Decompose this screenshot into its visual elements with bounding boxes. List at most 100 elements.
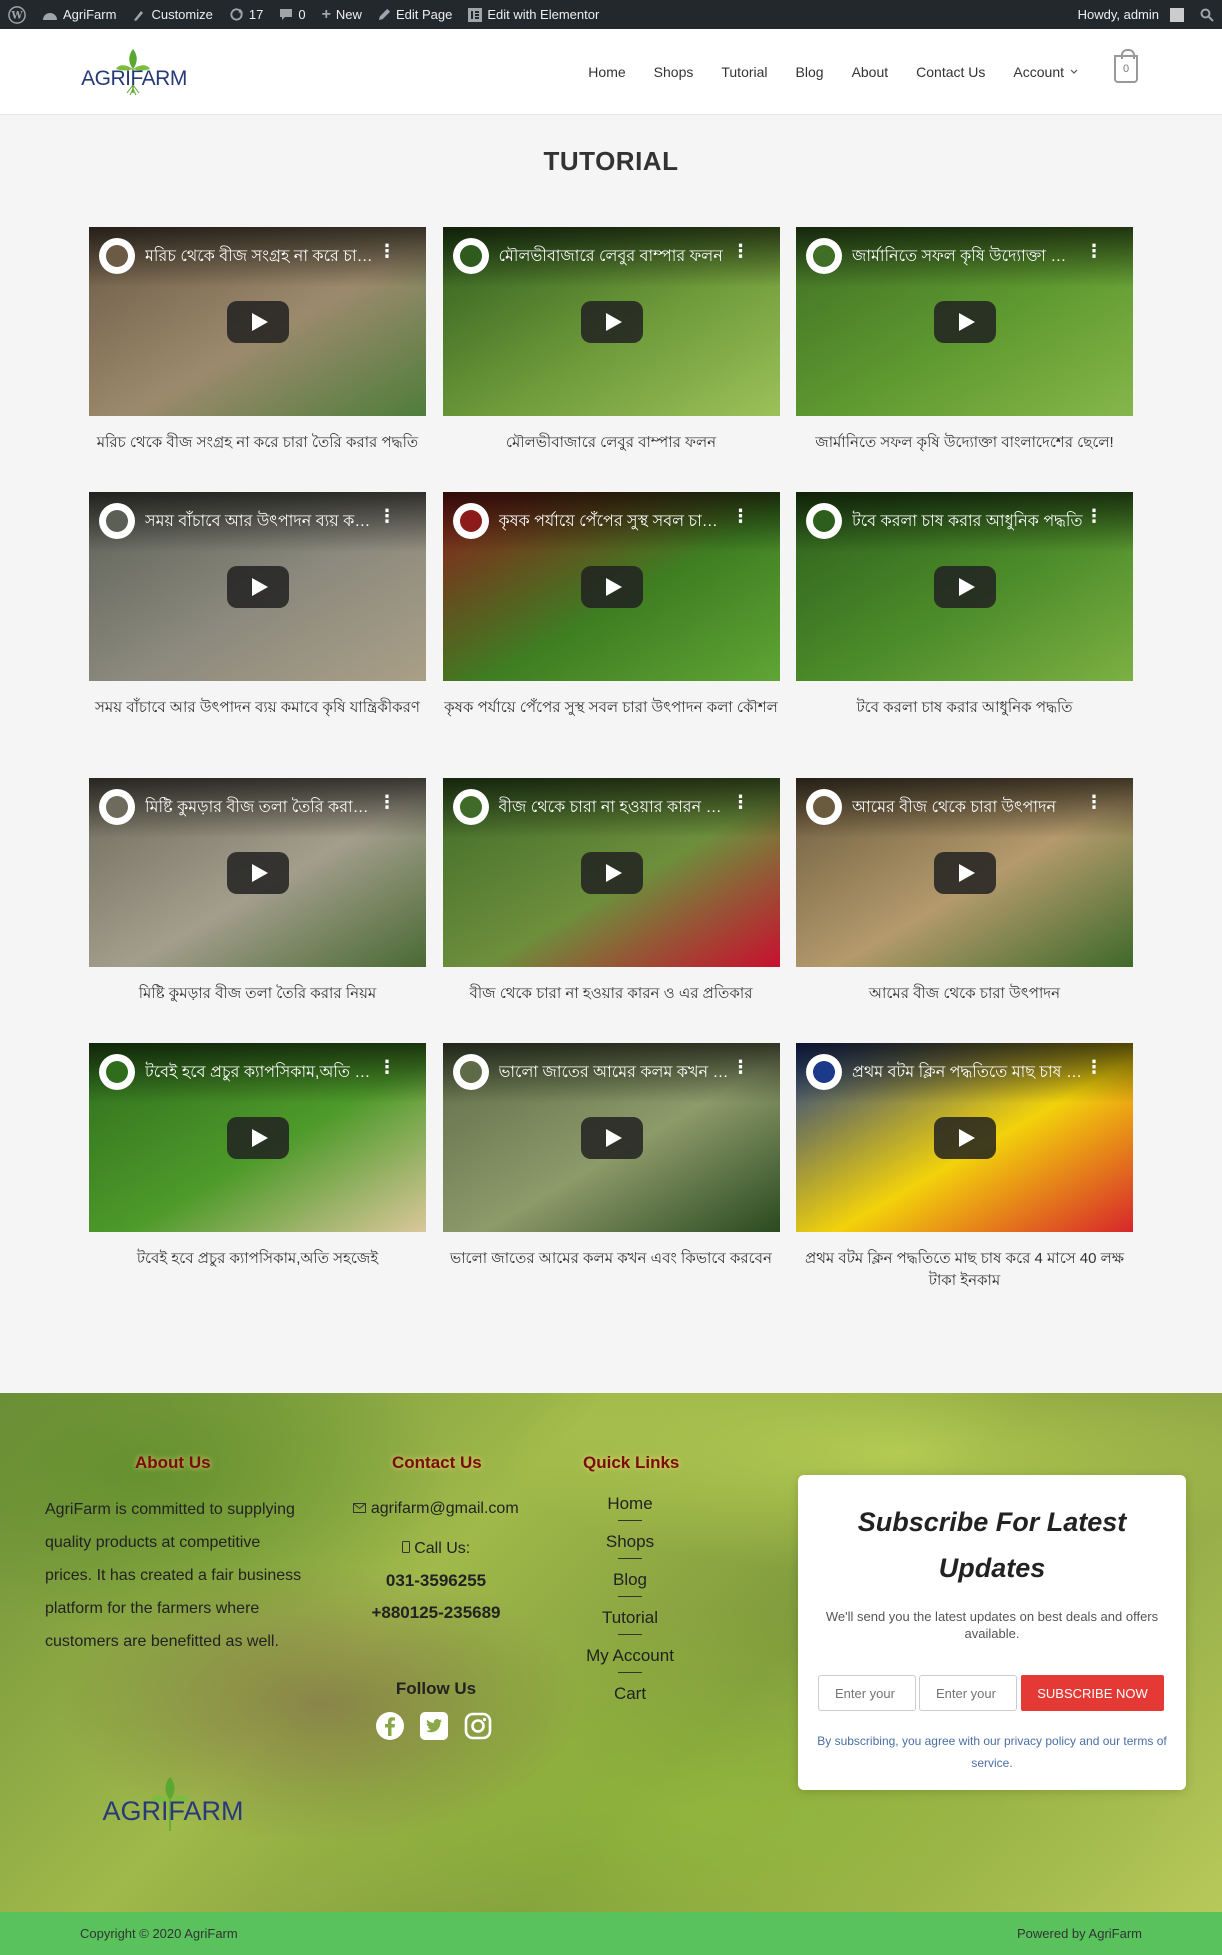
play-button-icon[interactable]	[227, 852, 289, 894]
nav-about[interactable]: About	[838, 64, 903, 80]
phone-2[interactable]: +880125-235689	[300, 1597, 572, 1629]
video-title[interactable]: কৃষক পর্যায়ে পেঁপের সুস্থ সবল চারা উৎপা…	[499, 508, 731, 535]
more-options-icon[interactable]: ⋮	[378, 792, 396, 813]
more-options-icon[interactable]: ⋮	[1085, 1057, 1103, 1078]
play-button-icon[interactable]	[227, 301, 289, 343]
nav-blog[interactable]: Blog	[782, 64, 838, 80]
video-player[interactable]: টবে করলা চাষ করার আধুনিক পদ্ধতি ⋮	[796, 492, 1133, 681]
footer-logo[interactable]: AGRIFARM	[88, 1773, 258, 1837]
footer-link-my-account[interactable]: My Account	[560, 1645, 700, 1683]
channel-avatar-icon[interactable]	[99, 1054, 135, 1090]
channel-avatar-icon[interactable]	[806, 503, 842, 539]
more-options-icon[interactable]: ⋮	[1085, 241, 1103, 262]
video-player[interactable]: ভালো জাতের আমের কলম কখন এবং কিভাবে করবেন…	[442, 1043, 780, 1232]
more-options-icon[interactable]: ⋮	[378, 506, 396, 527]
updates-link[interactable]: 17	[221, 0, 271, 29]
footer-link-tutorial[interactable]: Tutorial	[560, 1607, 700, 1645]
play-button-icon[interactable]	[934, 301, 996, 343]
video-title[interactable]: বীজ থেকে চারা না হওয়ার কারন ও এর প্রতিক…	[499, 794, 731, 821]
more-options-icon[interactable]: ⋮	[378, 1057, 396, 1078]
footer-link-home[interactable]: Home	[560, 1493, 700, 1531]
video-title[interactable]: প্রথম বটম ক্লিন পদ্ধতিতে মাছ চাষ করে 4 ম…	[852, 1059, 1084, 1086]
video-player[interactable]: মৌলভীবাজারে লেবুর বাম্পার ফলন ⋮	[442, 227, 780, 416]
admin-search-button[interactable]	[1192, 0, 1222, 29]
video-caption: টবেই হবে প্রচুর ক্যাপসিকাম,অতি সহজেই	[136, 1250, 379, 1267]
channel-avatar-icon[interactable]	[452, 503, 489, 539]
channel-avatar-icon[interactable]	[99, 238, 135, 274]
play-button-icon[interactable]	[227, 1117, 289, 1159]
more-options-icon[interactable]: ⋮	[732, 506, 750, 527]
play-button-icon[interactable]	[580, 301, 643, 343]
video-player[interactable]: সময় বাঁচাবে আর উৎপাদন ব্যয় কমাবে কৃষি …	[89, 492, 426, 681]
video-title[interactable]: টবেই হবে প্রচুর ক্যাপসিকাম,অতি সহজেই	[145, 1059, 377, 1086]
video-player[interactable]: আমের বীজ থেকে চারা উৎপাদন ⋮	[796, 778, 1133, 967]
video-title[interactable]: টবে করলা চাষ করার আধুনিক পদ্ধতি	[852, 508, 1084, 535]
video-caption: বীজ থেকে চারা না হওয়ার কারন ও এর প্রতিক…	[469, 985, 753, 1002]
channel-avatar-icon[interactable]	[806, 789, 842, 825]
email-row[interactable]: agrifarm@gmail.com	[300, 1493, 572, 1525]
footer-link-blog[interactable]: Blog	[560, 1569, 700, 1607]
footer-link-cart[interactable]: Cart	[560, 1683, 700, 1721]
account-menu[interactable]: Howdy, admin	[1070, 0, 1192, 29]
video-player[interactable]: কৃষক পর্যায়ে পেঁপের সুস্থ সবল চারা উৎপা…	[442, 492, 780, 681]
instagram-link[interactable]	[462, 1710, 494, 1742]
video-player[interactable]: প্রথম বটম ক্লিন পদ্ধতিতে মাছ চাষ করে 4 ম…	[796, 1043, 1133, 1232]
nav-shops[interactable]: Shops	[640, 64, 708, 80]
channel-avatar-icon[interactable]	[99, 503, 135, 539]
more-options-icon[interactable]: ⋮	[732, 792, 750, 813]
new-content-link[interactable]: + New	[314, 0, 370, 29]
play-button-icon[interactable]	[580, 1117, 643, 1159]
video-card: মৌলভীবাজারে লেবুর বাম্পার ফলন ⋮ মৌলভীবাজার…	[442, 227, 780, 488]
nav-account[interactable]: Account	[999, 64, 1092, 80]
play-button-icon[interactable]	[227, 566, 289, 608]
edit-page-link[interactable]: Edit Page	[370, 0, 460, 29]
more-options-icon[interactable]: ⋮	[732, 241, 750, 262]
cart-button[interactable]: 0	[1114, 49, 1138, 83]
facebook-link[interactable]	[374, 1710, 406, 1742]
channel-avatar-icon[interactable]	[806, 238, 842, 274]
customize-link[interactable]: Customize	[124, 0, 220, 29]
video-title[interactable]: সময় বাঁচাবে আর উৎপাদন ব্যয় কমাবে কৃষি …	[145, 508, 377, 535]
channel-avatar-icon[interactable]	[452, 1054, 489, 1090]
subscribe-title: Subscribe For Latest Updates	[857, 1507, 1127, 1583]
more-options-icon[interactable]: ⋮	[732, 1057, 750, 1078]
nav-tutorial[interactable]: Tutorial	[707, 64, 781, 80]
video-title[interactable]: ভালো জাতের আমের কলম কখন এবং কিভাবে করবেন	[499, 1059, 731, 1086]
twitter-link[interactable]	[418, 1710, 450, 1742]
subscribe-email-input[interactable]	[919, 1675, 1017, 1711]
phone-1[interactable]: 031-3596255	[300, 1565, 572, 1597]
video-title[interactable]: মরিচ থেকে বীজ সংগ্রহ না করে চারা তৈরি কর…	[145, 243, 377, 270]
subscribe-button[interactable]: SUBSCRIBE NOW	[1021, 1675, 1164, 1711]
nav-contact-us[interactable]: Contact Us	[902, 64, 999, 80]
video-title[interactable]: জার্মানিতে সফল কৃষি উদ্যোক্তা বাংলাদেশের…	[852, 243, 1084, 270]
video-player[interactable]: বীজ থেকে চারা না হওয়ার কারন ও এর প্রতিক…	[442, 778, 780, 967]
play-button-icon[interactable]	[934, 1117, 996, 1159]
site-name-link[interactable]: AgriFarm	[34, 0, 124, 29]
play-button-icon[interactable]	[934, 852, 996, 894]
play-button-icon[interactable]	[934, 566, 996, 608]
more-options-icon[interactable]: ⋮	[1085, 506, 1103, 527]
channel-avatar-icon[interactable]	[806, 1054, 842, 1090]
elementor-link[interactable]: Edit with Elementor	[460, 0, 607, 29]
play-button-icon[interactable]	[580, 566, 643, 608]
channel-avatar-icon[interactable]	[452, 238, 489, 274]
video-card: মিষ্টি কুমড়ার বীজ তলা তৈরি করার নিয়ম ⋮ ম…	[89, 778, 426, 1039]
comments-link[interactable]: 0	[271, 0, 313, 29]
video-title[interactable]: আমের বীজ থেকে চারা উৎপাদন	[852, 794, 1084, 821]
video-player[interactable]: মরিচ থেকে বীজ সংগ্রহ না করে চারা তৈরি কর…	[89, 227, 426, 416]
video-player[interactable]: জার্মানিতে সফল কৃষি উদ্যোক্তা বাংলাদেশের…	[796, 227, 1133, 416]
subscribe-name-input[interactable]	[818, 1675, 916, 1711]
wp-logo-button[interactable]: W	[0, 0, 34, 29]
video-title[interactable]: মিষ্টি কুমড়ার বীজ তলা তৈরি করার নিয়ম	[145, 794, 377, 821]
more-options-icon[interactable]: ⋮	[378, 241, 396, 262]
video-player[interactable]: মিষ্টি কুমড়ার বীজ তলা তৈরি করার নিয়ম ⋮	[89, 778, 426, 967]
play-button-icon[interactable]	[580, 852, 643, 894]
footer-link-shops[interactable]: Shops	[560, 1531, 700, 1569]
site-logo[interactable]: AGRIFARM	[70, 41, 200, 101]
channel-avatar-icon[interactable]	[452, 789, 489, 825]
more-options-icon[interactable]: ⋮	[1085, 792, 1103, 813]
video-player[interactable]: টবেই হবে প্রচুর ক্যাপসিকাম,অতি সহজেই ⋮	[89, 1043, 426, 1232]
nav-home[interactable]: Home	[574, 64, 639, 80]
channel-avatar-icon[interactable]	[99, 789, 135, 825]
video-title[interactable]: মৌলভীবাজারে লেবুর বাম্পার ফলন	[499, 243, 731, 270]
